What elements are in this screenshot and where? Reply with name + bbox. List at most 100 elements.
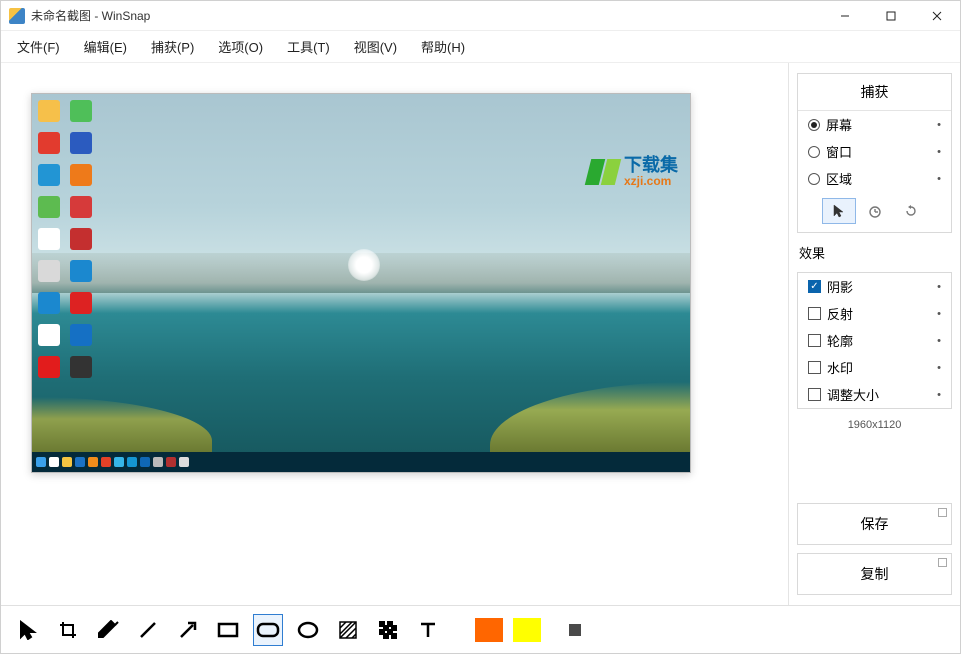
spacer — [797, 445, 952, 495]
desktop-icon — [38, 292, 60, 314]
menubar: 文件(F) 编辑(E) 捕获(P) 选项(O) 工具(T) 视图(V) 帮助(H… — [1, 31, 960, 63]
menu-options[interactable]: 选项(O) — [208, 33, 273, 60]
taskbar-icon — [179, 457, 189, 467]
watermark: 下载集 xzji.com — [588, 156, 678, 187]
desktop-icon — [38, 260, 60, 282]
watermark-cn: 下载集 — [624, 156, 678, 175]
radio-label: 区域 — [826, 169, 852, 188]
menu-view[interactable]: 视图(V) — [344, 33, 407, 60]
taskbar-icon — [36, 457, 46, 467]
desktop-icon — [70, 292, 92, 314]
options-marker-icon[interactable]: • — [937, 389, 941, 401]
screenshot-preview[interactable]: 下载集 xzji.com — [31, 93, 691, 473]
menu-capture[interactable]: 捕获(P) — [141, 33, 204, 60]
options-marker-icon[interactable]: • — [937, 119, 941, 131]
dimensions-label: 1960x1120 — [797, 417, 952, 437]
radio-icon — [808, 119, 820, 131]
desktop-icon — [38, 132, 60, 154]
tool-pen[interactable] — [93, 614, 123, 646]
radio-icon — [808, 173, 820, 185]
close-button[interactable] — [914, 1, 960, 31]
checkbox-icon — [808, 280, 821, 293]
minimize-button[interactable] — [822, 1, 868, 31]
tool-arrow[interactable] — [173, 614, 203, 646]
desktop-icon — [70, 356, 92, 378]
tool-text[interactable] — [413, 614, 443, 646]
effect-reflection[interactable]: 反射 • — [798, 300, 951, 327]
desktop-icon — [70, 260, 92, 282]
copy-button[interactable]: 复制 — [797, 553, 952, 595]
menu-edit[interactable]: 编辑(E) — [74, 33, 137, 60]
desktop-icon — [70, 132, 92, 154]
tool-pixelate[interactable] — [373, 614, 403, 646]
timer-mode-button[interactable] — [858, 198, 892, 224]
tool-line[interactable] — [133, 614, 163, 646]
tool-hatch[interactable] — [333, 614, 363, 646]
capture-mode-screen[interactable]: 屏幕 • — [798, 111, 951, 138]
radio-label: 窗口 — [826, 142, 852, 161]
effect-outline[interactable]: 轮廓 • — [798, 327, 951, 354]
watermark-en: xzji.com — [624, 175, 678, 188]
canvas-area[interactable]: 下载集 xzji.com — [1, 63, 788, 605]
tool-pointer[interactable] — [13, 614, 43, 646]
desktop-icon — [70, 100, 92, 122]
taskbar-icon — [140, 457, 150, 467]
bottom-toolbar — [1, 605, 960, 653]
redo-mode-button[interactable] — [894, 198, 928, 224]
tool-crop[interactable] — [53, 614, 83, 646]
menu-file[interactable]: 文件(F) — [7, 33, 70, 60]
effect-shadow[interactable]: 阴影 • — [798, 273, 951, 300]
capture-mode-region[interactable]: 区域 • — [798, 165, 951, 192]
desktop-icons — [38, 100, 96, 378]
dropdown-marker-icon[interactable] — [938, 508, 947, 517]
copy-label: 复制 — [861, 566, 889, 582]
options-marker-icon[interactable]: • — [937, 173, 941, 185]
watermark-logo-icon — [585, 159, 621, 185]
menu-help[interactable]: 帮助(H) — [411, 33, 475, 60]
content-area: 下载集 xzji.com — [1, 63, 960, 605]
tool-ellipse[interactable] — [293, 614, 323, 646]
capture-tool-buttons — [798, 192, 951, 232]
desktop-icon — [38, 228, 60, 250]
check-label: 调整大小 — [827, 385, 879, 404]
window-controls — [822, 1, 960, 31]
desktop-icon — [70, 164, 92, 186]
stroke-color-swatch[interactable] — [569, 624, 581, 636]
menu-tools[interactable]: 工具(T) — [277, 33, 340, 60]
watermark-text: 下载集 xzji.com — [624, 156, 678, 187]
options-marker-icon[interactable]: • — [937, 308, 941, 320]
check-label: 反射 — [827, 304, 853, 323]
desktop-icon — [38, 100, 60, 122]
desktop-icon — [70, 196, 92, 218]
taskbar-icon — [114, 457, 124, 467]
cursor-mode-button[interactable] — [822, 198, 856, 224]
check-label: 阴影 — [827, 277, 853, 296]
options-marker-icon[interactable]: • — [937, 335, 941, 347]
effects-panel: 阴影 • 反射 • 轮廓 • 水印 • 调整大小 • — [797, 272, 952, 409]
save-button[interactable]: 保存 — [797, 503, 952, 545]
options-marker-icon[interactable]: • — [937, 146, 941, 158]
tool-rounded-rectangle[interactable] — [253, 614, 283, 646]
check-label: 轮廓 — [827, 331, 853, 350]
checkbox-icon — [808, 388, 821, 401]
capture-header[interactable]: 捕获 — [798, 74, 951, 111]
taskbar-icon — [75, 457, 85, 467]
dropdown-marker-icon[interactable] — [938, 558, 947, 567]
effect-watermark[interactable]: 水印 • — [798, 354, 951, 381]
taskbar-icon — [127, 457, 137, 467]
taskbar-icon — [62, 457, 72, 467]
desktop-icon — [70, 324, 92, 346]
effect-resize[interactable]: 调整大小 • — [798, 381, 951, 408]
options-marker-icon[interactable]: • — [937, 362, 941, 374]
tool-rectangle[interactable] — [213, 614, 243, 646]
maximize-button[interactable] — [868, 1, 914, 31]
capture-panel: 捕获 屏幕 • 窗口 • 区域 • — [797, 73, 952, 233]
options-marker-icon[interactable]: • — [937, 281, 941, 293]
secondary-color-swatch[interactable] — [513, 618, 541, 642]
taskbar-icon — [153, 457, 163, 467]
capture-mode-window[interactable]: 窗口 • — [798, 138, 951, 165]
desktop-icon — [38, 196, 60, 218]
checkbox-icon — [808, 307, 821, 320]
desktop-icon — [38, 356, 60, 378]
primary-color-swatch[interactable] — [475, 618, 503, 642]
